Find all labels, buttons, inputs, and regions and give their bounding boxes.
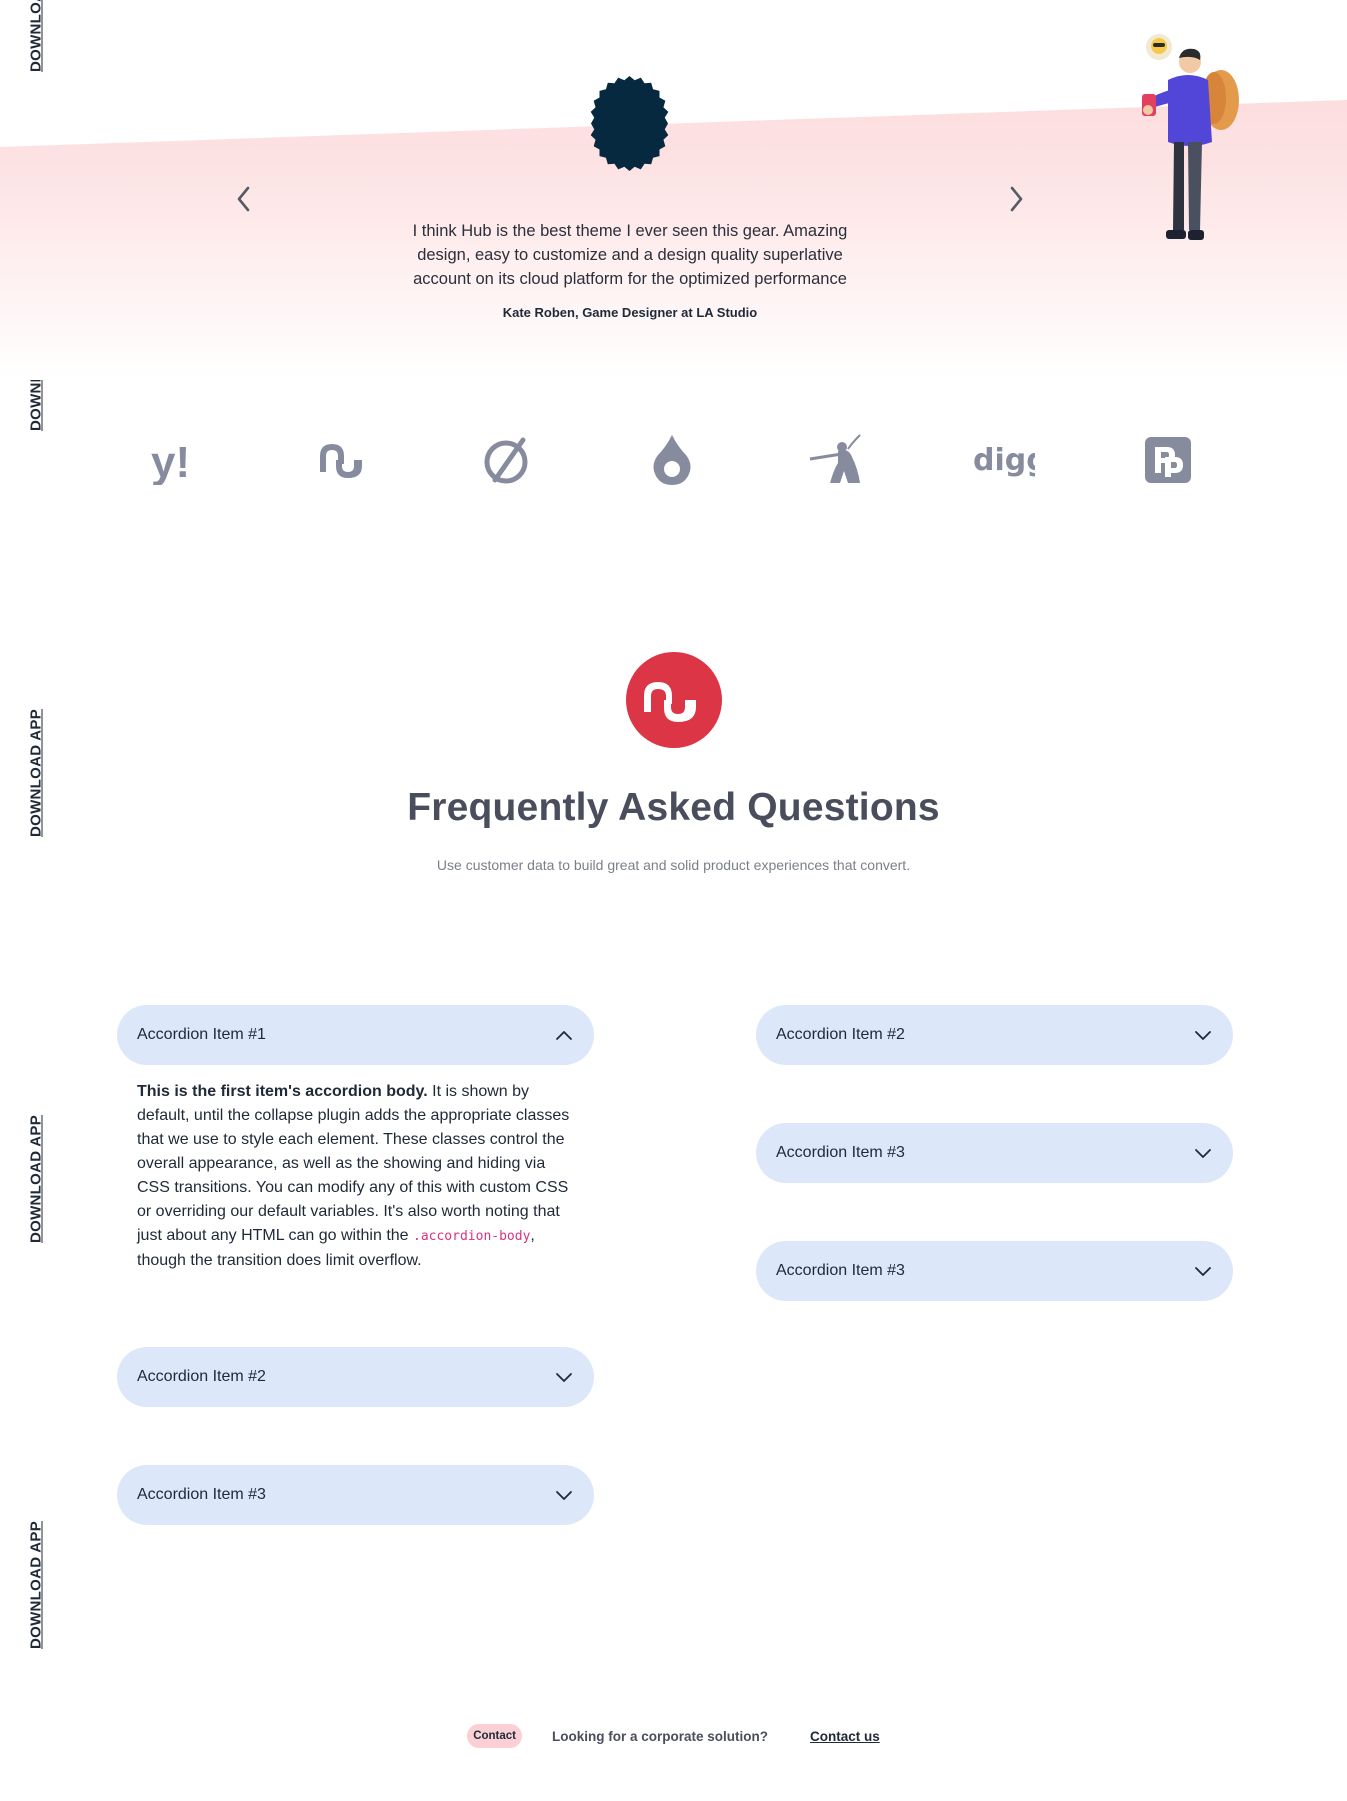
prev-testimonial-button[interactable] — [230, 185, 258, 213]
chevron-down-icon — [1193, 1143, 1213, 1163]
accordion-item-3[interactable]: Accordion Item #3 — [756, 1241, 1233, 1301]
drupal-logo — [640, 432, 704, 488]
chevron-right-icon — [1010, 186, 1023, 212]
svg-text:y!: y! — [151, 438, 190, 485]
accordion-item-2[interactable]: Accordion Item #2 — [756, 1005, 1233, 1065]
download-app-link[interactable]: DOWNLOAD APP — [28, 1521, 45, 1649]
accordion-item-3[interactable]: Accordion Item #3 — [117, 1465, 594, 1525]
accordion-body: This is the first item's accordion body.… — [137, 1080, 577, 1273]
producthunt-logo — [1136, 432, 1200, 488]
accordion-label: Accordion Item #3 — [776, 1262, 905, 1279]
open-source-logo — [475, 432, 539, 488]
contact-us-link[interactable]: Contact us — [810, 1729, 880, 1744]
stumbleupon-logo — [310, 432, 374, 488]
person-illustration — [1142, 34, 1239, 240]
digg-logo: digg — [971, 432, 1035, 488]
accordion-label: Accordion Item #3 — [137, 1486, 266, 1503]
chevron-left-icon — [237, 186, 250, 212]
yahoo-logo: y! — [145, 432, 209, 488]
accordion-label: Accordion Item #2 — [137, 1368, 266, 1385]
accordion-item-1[interactable]: Accordion Item #1 — [117, 1005, 594, 1065]
testimonial-author: Kate Roben, Game Designer at LA Studio — [502, 305, 758, 320]
download-app-link[interactable]: DOWNLOAD APP — [28, 1115, 45, 1243]
next-testimonial-button[interactable] — [1002, 185, 1030, 213]
contact-prompt: Looking for a corporate solution? — [552, 1728, 769, 1744]
svg-text:digg: digg — [973, 443, 1035, 478]
contact-badge: Contact — [467, 1724, 523, 1748]
chevron-down-icon — [554, 1485, 574, 1505]
chevron-down-icon — [554, 1367, 574, 1387]
chevron-down-icon — [1193, 1025, 1213, 1045]
faq-title: Frequently Asked Questions — [407, 786, 940, 829]
download-app-link[interactable]: DOWNLOAD APP — [28, 0, 45, 72]
accordion-label: Accordion Item #2 — [776, 1026, 905, 1043]
accordion-label: Accordion Item #1 — [137, 1026, 266, 1043]
accordion-item-2[interactable]: Accordion Item #2 — [117, 1347, 594, 1407]
accordion-label: Accordion Item #3 — [776, 1144, 905, 1161]
accordion-item-3[interactable]: Accordion Item #3 — [756, 1123, 1233, 1183]
contact-bar: Contact Looking for a corporate solution… — [0, 1720, 1347, 1752]
testimonial-quote: I think Hub is the best theme I ever see… — [412, 222, 848, 288]
avatar-badge — [590, 75, 669, 172]
accordion-body-text: It is shown by default, until the collap… — [137, 1083, 570, 1244]
accordion-body-code: .accordion-body — [413, 1229, 531, 1244]
partner-logos: y! digg — [145, 430, 1200, 490]
chevron-up-icon — [554, 1025, 574, 1045]
gnu-logo — [806, 432, 870, 488]
stumbleupon-emblem — [626, 652, 722, 748]
accordion-body-strong: This is the first item's accordion body. — [137, 1083, 428, 1100]
faq-subtitle: Use customer data to build great and sol… — [436, 857, 911, 873]
chevron-down-icon — [1193, 1261, 1213, 1281]
